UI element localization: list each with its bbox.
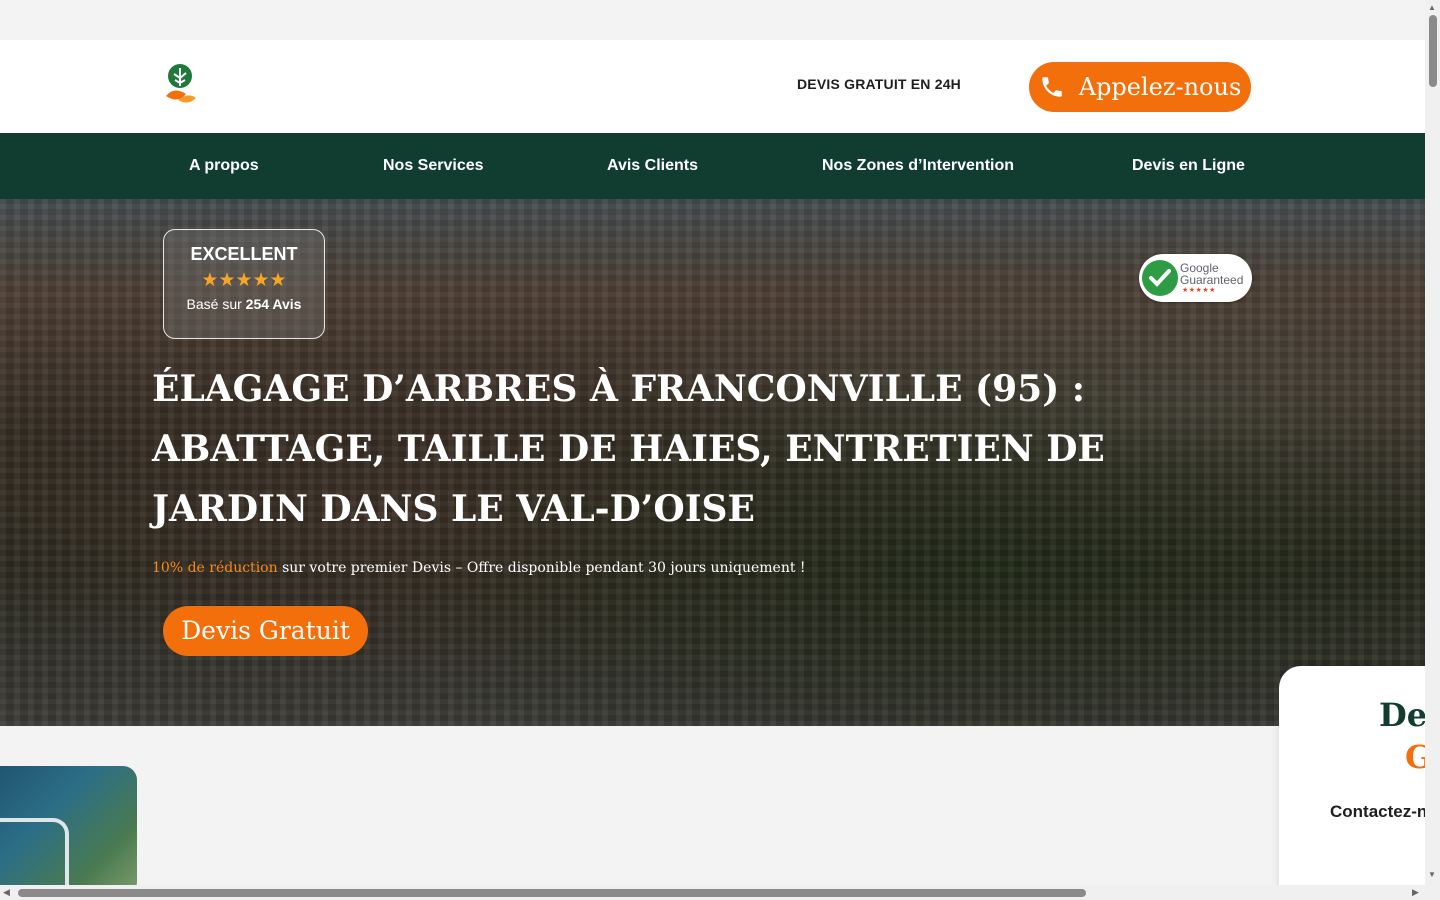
hero-title: ÉLAGAGE D’ARBRES À FRANCONVILLE (95) : A… (152, 368, 1105, 530)
google-guaranteed-badge: Google Guaranteed ★★★★★ (1139, 254, 1252, 302)
rating-stars-icon: ★★★★★ (201, 270, 287, 291)
promo-rest: sur votre premier Devis – Offre disponib… (277, 560, 806, 576)
project-photo (0, 766, 137, 896)
call-us-label: Appelez-nous (1078, 73, 1242, 101)
nav-item-online-quote[interactable]: Devis en Ligne (1132, 157, 1245, 175)
free-quote-button[interactable]: Devis Gratuit (163, 606, 368, 656)
nav-item-zones[interactable]: Nos Zones d’Intervention (822, 157, 1014, 175)
scroll-left-icon[interactable]: ◀ (3, 887, 10, 898)
free-quote-24h-text: DEVIS GRATUIT EN 24H (797, 76, 961, 92)
logo[interactable] (160, 62, 202, 108)
rating-box: EXCELLENT ★★★★★ Basé sur 254 Avis (163, 229, 325, 339)
horizontal-scroll-thumb[interactable] (18, 889, 1086, 897)
top-strip (0, 0, 1425, 40)
call-us-button[interactable]: Appelez-nous (1029, 62, 1251, 112)
scroll-right-icon[interactable]: ▶ (1412, 887, 1419, 898)
rating-count: 254 Avis (245, 296, 302, 312)
nav-item-about[interactable]: A propos (189, 157, 259, 175)
scroll-down-icon[interactable]: ▼ (1428, 870, 1436, 879)
quote-form-card: De G Contactez-n (1279, 666, 1440, 896)
phone-icon (1041, 77, 1062, 97)
nav-item-services[interactable]: Nos Services (383, 157, 484, 175)
scroll-up-icon[interactable]: ▲ (1428, 3, 1436, 12)
hero-section: EXCELLENT ★★★★★ Basé sur 254 Avis Google… (0, 199, 1425, 726)
badge-stars-icon: ★★★★★ (1182, 287, 1216, 294)
rating-label: EXCELLENT (190, 244, 298, 264)
horizontal-scrollbar[interactable]: ◀ ▶ (0, 885, 1425, 900)
form-contact-text: Contactez-n (1330, 802, 1428, 821)
vertical-scrollbar[interactable]: ▲ ▼ (1425, 0, 1440, 900)
rating-based-on: Basé sur 254 Avis (164, 296, 324, 312)
form-title-line1: De (1379, 696, 1428, 734)
nav-item-reviews[interactable]: Avis Clients (607, 157, 698, 175)
check-icon (1142, 260, 1178, 296)
main-nav: A propos Nos Services Avis Clients Nos Z… (0, 133, 1425, 199)
promo-highlight: 10% de réduction (152, 560, 278, 576)
rating-based-prefix: Basé sur (186, 296, 242, 312)
site-header: DEVIS GRATUIT EN 24H Appelez-nous (0, 40, 1425, 133)
promo-text: 10% de réduction sur votre premier Devis… (152, 560, 806, 576)
vertical-scroll-thumb[interactable] (1429, 15, 1437, 87)
badge-line2: Guaranteed (1180, 273, 1244, 287)
